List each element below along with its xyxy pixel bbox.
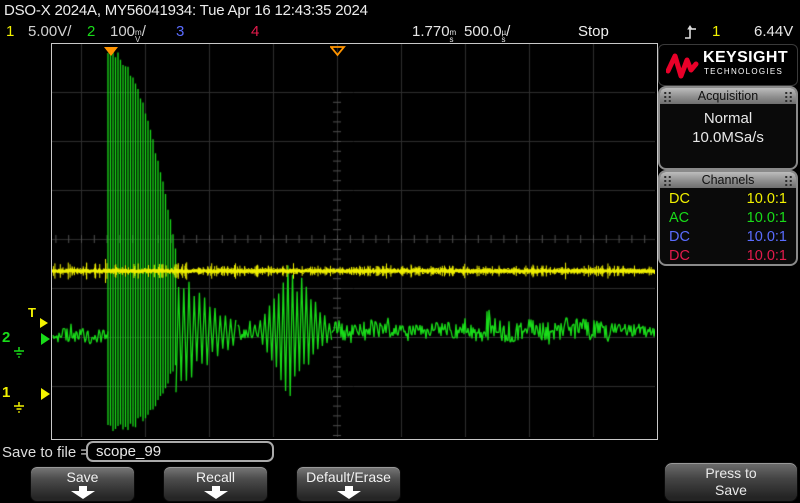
channels-panel: Channels DC 10.0:1 AC 10.0:1 DC 10.0:1 DC 10…: [658, 170, 798, 266]
milli-second-unit: ms: [450, 29, 457, 43]
save-softkey-label: Save: [31, 469, 134, 485]
channel-row: AC 10.0:1: [660, 209, 796, 228]
trigger-source[interactable]: 1: [712, 23, 720, 41]
grip-icon: [663, 91, 672, 102]
arrow-down-icon: [199, 486, 233, 499]
press-to-save-line1: Press to: [705, 465, 756, 481]
arrow-down-icon: [332, 486, 366, 499]
channels-header[interactable]: Channels: [660, 172, 796, 188]
ch3-coupling: DC: [669, 228, 690, 247]
default-erase-softkey-label: Default/Erase: [297, 469, 400, 485]
oscilloscope-screen: { "colors":{"ch1":"#f2f200","ch2":"#19dc…: [0, 0, 800, 503]
save-softkey[interactable]: Save: [30, 466, 135, 502]
ch2-coupling: AC: [669, 209, 689, 228]
filename-input[interactable]: [86, 441, 274, 462]
acquisition-info: Normal 10.0MSa/s: [660, 104, 796, 147]
ch4-number[interactable]: 4: [251, 23, 259, 41]
acquisition-panel: Acquisition Normal 10.0MSa/s: [658, 86, 798, 170]
grip-icon: [784, 175, 793, 186]
waveform-grid: [51, 43, 658, 440]
milli-volt-unit: mV: [135, 29, 142, 43]
ch1-probe-ratio: 10.0:1: [747, 190, 787, 209]
ch1-scale: 5.00V/: [28, 23, 71, 41]
channels-list: DC 10.0:1 AC 10.0:1 DC 10.0:1 DC 10.0:1: [660, 188, 796, 266]
default-erase-softkey[interactable]: Default/Erase: [296, 466, 401, 502]
acquisition-mode: Normal: [660, 109, 796, 128]
trigger-level-marker-label[interactable]: T: [28, 306, 36, 320]
ch3-number[interactable]: 3: [176, 23, 184, 41]
trigger-level-marker-arrow[interactable]: [40, 318, 48, 328]
sidebar: KEYSIGHT TECHNOLOGIES Acquisition Normal…: [658, 44, 798, 503]
trigger-time-marker[interactable]: [104, 47, 118, 56]
brand-name: KEYSIGHT: [703, 49, 788, 67]
ch1-ground-icon: [12, 402, 26, 414]
grip-icon: [663, 175, 672, 186]
rising-edge-trigger-icon: [684, 25, 698, 46]
acquisition-header[interactable]: Acquisition: [660, 88, 796, 104]
ch2-reference-arrow[interactable]: [41, 333, 50, 345]
channel-row: DC 10.0:1: [660, 228, 796, 247]
press-to-save-line2: Save: [715, 482, 747, 498]
ch1-reference-arrow[interactable]: [41, 388, 50, 400]
ch1-number[interactable]: 1: [6, 23, 14, 41]
instrument-title: DSO-X 2024A, MY56041934: Tue Apr 16 12:4…: [4, 2, 368, 19]
grip-icon: [784, 91, 793, 102]
trigger-level-readout: 6.44V: [754, 23, 793, 41]
brand-subname: TECHNOLOGIES: [704, 67, 783, 76]
delay-readout: 1.770ms: [412, 23, 456, 41]
save-to-file-label: Save to file =: [2, 444, 89, 461]
waveform-display: [52, 44, 655, 437]
ch4-probe-ratio: 10.0:1: [747, 247, 787, 266]
arrow-down-icon: [66, 486, 100, 499]
ch1-reference-label[interactable]: 1: [2, 386, 10, 400]
press-to-save-button[interactable]: Press to Save: [664, 462, 798, 502]
channel-row: DC 10.0:1: [660, 190, 796, 209]
run-state: Stop: [578, 23, 609, 41]
ch2-number[interactable]: 2: [87, 23, 95, 41]
ch1-coupling: DC: [669, 190, 690, 209]
ch2-probe-ratio: 10.0:1: [747, 209, 787, 228]
time-reference-marker[interactable]: [330, 46, 346, 57]
ch2-reference-label[interactable]: 2: [2, 331, 10, 345]
keysight-spark-icon: [666, 51, 700, 79]
recall-softkey-label: Recall: [164, 469, 267, 485]
keysight-logo: KEYSIGHT TECHNOLOGIES: [658, 44, 798, 86]
ch2-scale: 100mV/: [110, 23, 146, 41]
ch3-probe-ratio: 10.0:1: [747, 228, 787, 247]
ch2-ground-icon: [12, 347, 26, 359]
timebase-readout: 500.0µs/: [464, 23, 510, 41]
recall-softkey[interactable]: Recall: [163, 466, 268, 502]
ch4-coupling: DC: [669, 247, 690, 266]
channel-row: DC 10.0:1: [660, 247, 796, 266]
sample-rate: 10.0MSa/s: [660, 128, 796, 147]
